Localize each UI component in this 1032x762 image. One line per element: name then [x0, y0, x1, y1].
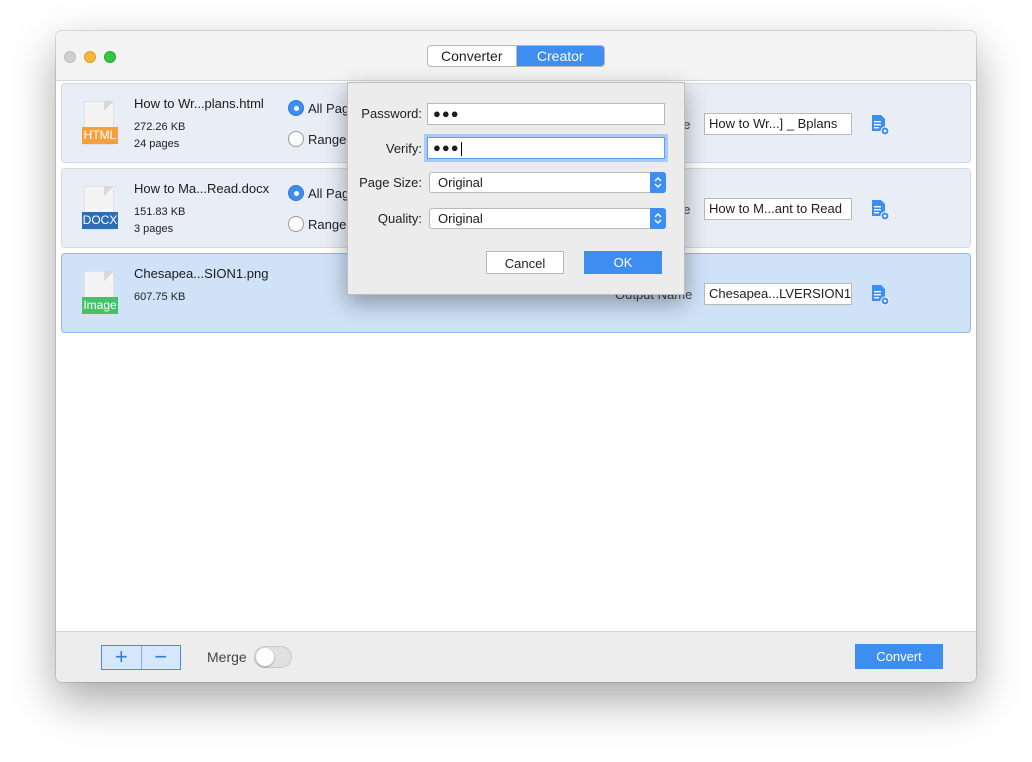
file-pages: 24 pages	[134, 138, 180, 150]
file-name: Chesapea...SION1.png	[134, 266, 269, 281]
ok-button[interactable]: OK	[584, 251, 662, 274]
docx-file-icon: DOCX	[82, 186, 118, 230]
close-window-button[interactable]	[64, 51, 76, 63]
quality-value: Original	[438, 211, 483, 226]
quality-select[interactable]: Original	[429, 208, 666, 229]
all-pages-label: All Pag	[308, 186, 350, 201]
range-radio[interactable]	[288, 216, 304, 232]
file-size: 607.75 KB	[134, 291, 186, 303]
quality-label: Quality:	[377, 211, 422, 226]
file-name: How to Ma...Read.docx	[134, 181, 270, 196]
page-size-select[interactable]: Original	[429, 172, 666, 193]
password-field[interactable]: ●●●	[427, 103, 665, 125]
password-label: Password:	[361, 106, 422, 121]
add-file-button[interactable]: +	[102, 646, 142, 669]
remove-file-button[interactable]: −	[142, 646, 181, 669]
merge-label: Merge	[207, 649, 247, 665]
chevron-updown-icon	[650, 208, 666, 229]
all-pages-radio[interactable]	[288, 185, 304, 201]
title-bar: Converter Creator	[56, 31, 976, 81]
page-size-value: Original	[438, 175, 483, 190]
file-settings-icon[interactable]	[870, 114, 890, 136]
merge-toggle[interactable]	[254, 646, 292, 668]
verify-label: Verify:	[385, 141, 422, 156]
zoom-window-button[interactable]	[104, 51, 116, 63]
security-options-dialog: Password: ●●● Verify: ●●● Page Size: Ori…	[347, 82, 685, 295]
tab-converter[interactable]: Converter	[428, 46, 517, 66]
file-settings-icon[interactable]	[870, 199, 890, 221]
file-type-badge: DOCX	[82, 212, 118, 229]
range-label: Range	[308, 217, 347, 232]
output-name-field[interactable]: How to M...ant to Read	[704, 198, 852, 220]
page-size-label: Page Size:	[359, 175, 422, 190]
file-size: 272.26 KB	[134, 121, 186, 133]
convert-button[interactable]: Convert	[855, 644, 943, 669]
file-type-badge: Image	[82, 297, 118, 314]
range-radio[interactable]	[288, 131, 304, 147]
bottom-toolbar: + − Merge Convert	[56, 631, 976, 682]
file-type-badge: HTML	[82, 127, 118, 144]
file-size: 151.83 KB	[134, 206, 186, 218]
tab-creator[interactable]: Creator	[516, 46, 604, 66]
add-remove-control: + −	[101, 645, 181, 670]
output-name-field[interactable]: Chesapea...LVERSION1	[704, 283, 852, 305]
output-name-field[interactable]: How to Wr...] _ Bplans	[704, 113, 852, 135]
toggle-knob	[256, 648, 274, 666]
verify-field[interactable]: ●●●	[427, 137, 665, 159]
file-name: How to Wr...plans.html	[134, 96, 264, 111]
file-pages: 3 pages	[134, 223, 174, 235]
all-pages-radio[interactable]	[288, 100, 304, 116]
minimize-window-button[interactable]	[84, 51, 96, 63]
file-settings-icon[interactable]	[870, 284, 890, 306]
chevron-updown-icon	[650, 172, 666, 193]
text-caret	[460, 141, 462, 156]
verify-value: ●●●	[433, 140, 460, 155]
mode-segmented-control: Converter Creator	[427, 45, 605, 67]
range-label: Range	[308, 132, 347, 147]
image-file-icon: Image	[82, 271, 118, 315]
all-pages-label: All Pag	[308, 101, 350, 116]
html-file-icon: HTML	[82, 101, 118, 145]
cancel-button[interactable]: Cancel	[486, 251, 564, 274]
